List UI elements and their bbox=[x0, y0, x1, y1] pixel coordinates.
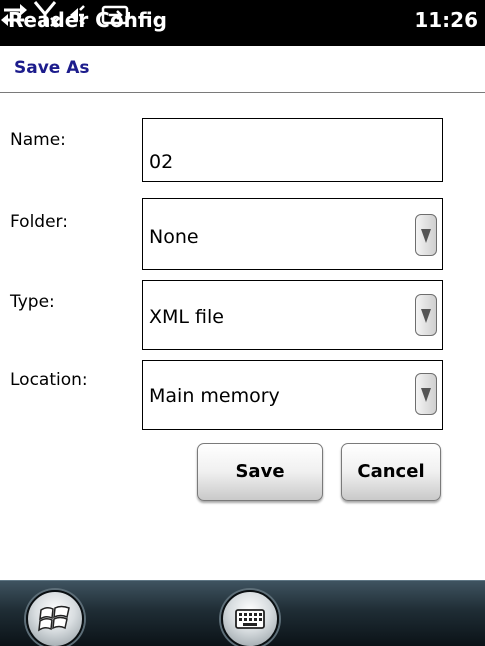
name-input[interactable]: 02 bbox=[142, 118, 443, 182]
status-bar: Reader Config 11:26 bbox=[0, 0, 485, 46]
cancel-button[interactable]: Cancel bbox=[341, 443, 441, 501]
clock: 11:26 bbox=[414, 8, 478, 32]
bottom-bar bbox=[0, 580, 485, 646]
location-dropdown[interactable]: Main memory bbox=[142, 360, 443, 430]
folder-value: None bbox=[149, 226, 199, 248]
location-label: Location: bbox=[10, 370, 88, 390]
folder-dropdown[interactable]: None bbox=[142, 198, 443, 270]
save-button[interactable]: Save bbox=[197, 443, 323, 501]
keyboard-icon[interactable] bbox=[221, 590, 279, 646]
type-label: Type: bbox=[10, 292, 55, 312]
name-label: Name: bbox=[10, 130, 66, 150]
folder-label: Folder: bbox=[10, 212, 68, 232]
type-dropdown-arrow-icon[interactable] bbox=[415, 294, 437, 336]
location-dropdown-arrow-icon[interactable] bbox=[415, 373, 437, 415]
app-title: Reader Config bbox=[8, 8, 167, 32]
folder-dropdown-arrow-icon[interactable] bbox=[415, 214, 437, 256]
type-dropdown[interactable]: XML file bbox=[142, 280, 443, 350]
type-value: XML file bbox=[149, 306, 224, 328]
page-title: Save As bbox=[14, 58, 90, 78]
location-value: Main memory bbox=[149, 385, 280, 407]
page-header: Save As bbox=[0, 46, 485, 93]
windows-start-icon[interactable] bbox=[26, 590, 84, 646]
name-value: 02 bbox=[149, 151, 174, 173]
